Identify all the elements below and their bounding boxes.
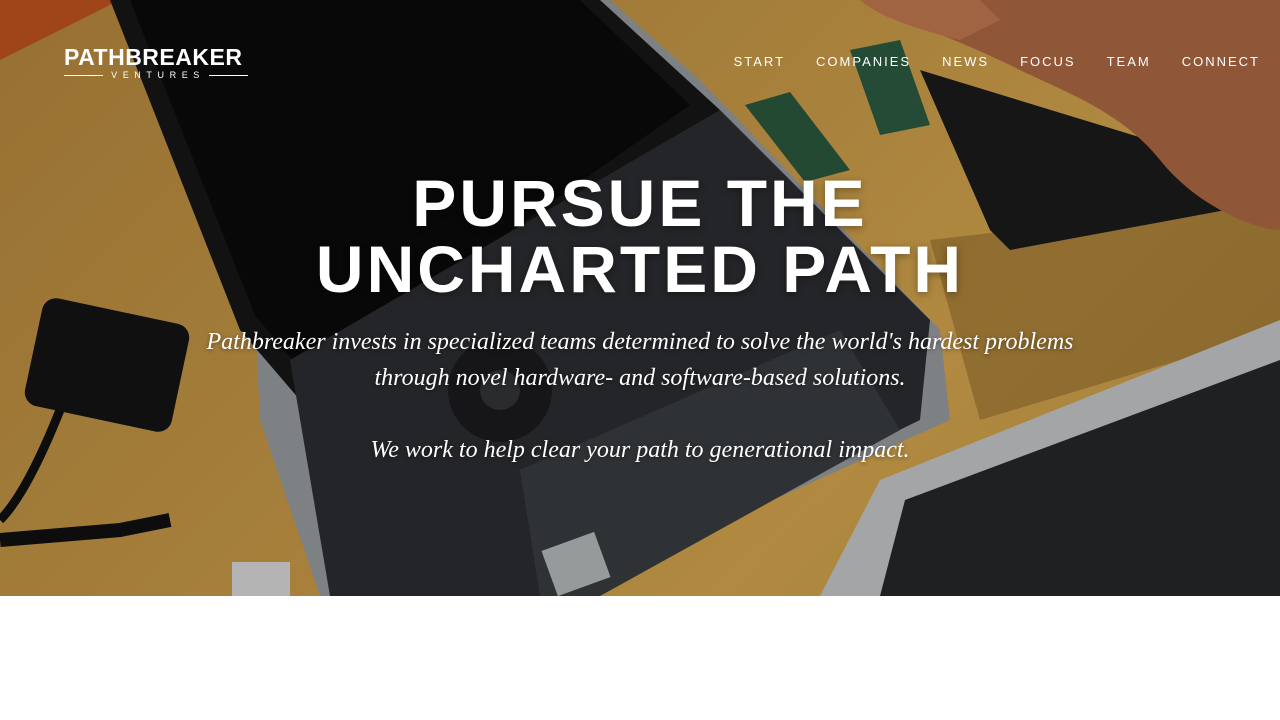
logo-wordmark: PATHBREAKER bbox=[64, 44, 243, 70]
nav-team[interactable]: TEAM bbox=[1107, 53, 1151, 71]
pathbreaker-logo[interactable]: PATHBREAKER VENTURES bbox=[64, 44, 248, 80]
main-nav: START COMPANIES NEWS FOCUS TEAM CONNECT bbox=[703, 53, 1260, 71]
hero-description: Pathbreaker invests in specialized teams… bbox=[206, 329, 1074, 391]
nav-focus[interactable]: FOCUS bbox=[1020, 53, 1076, 71]
hero-headline: PURSUE THE UNCHARTED PATH bbox=[0, 170, 1280, 302]
nav-news[interactable]: NEWS bbox=[942, 53, 989, 71]
logo-subtitle: VENTURES bbox=[111, 70, 205, 80]
nav-connect[interactable]: CONNECT bbox=[1182, 53, 1260, 71]
logo-rule-right bbox=[208, 74, 248, 76]
hero-tagline: We work to help clear your path to gener… bbox=[370, 437, 910, 463]
nav-companies[interactable]: COMPANIES bbox=[816, 53, 911, 71]
hero-section: PATHBREAKER VENTURES START COMPANIES NEW… bbox=[0, 0, 1280, 596]
headline-line-1: PURSUE THE bbox=[412, 166, 868, 240]
nav-start[interactable]: START bbox=[734, 53, 785, 71]
headline-line-2: UNCHARTED PATH bbox=[315, 232, 965, 306]
logo-rule-left bbox=[64, 74, 104, 76]
logo-sub-row: VENTURES bbox=[64, 70, 248, 80]
